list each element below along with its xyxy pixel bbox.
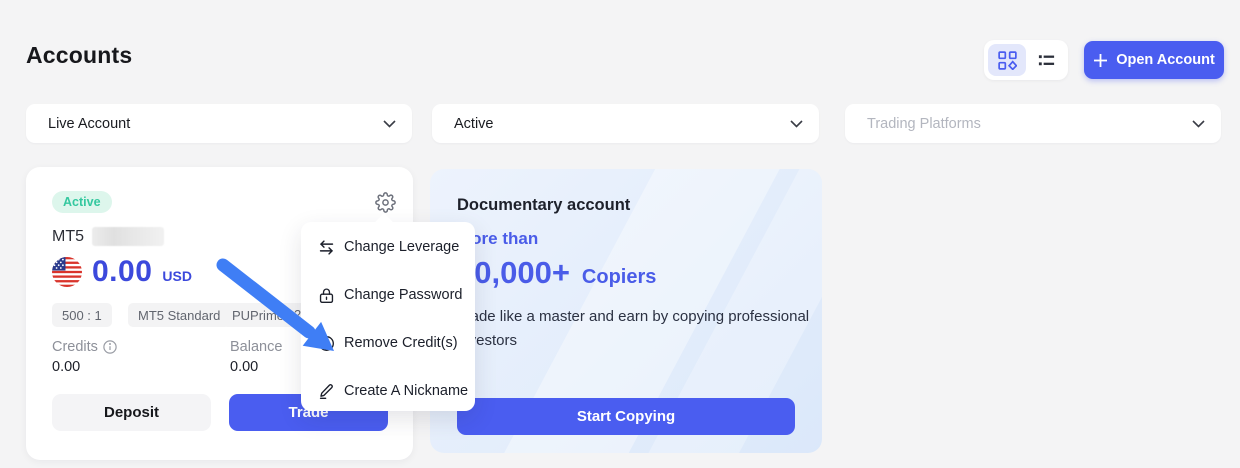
leverage-tag: 500 : 1 bbox=[52, 303, 112, 327]
grid-view-icon bbox=[998, 51, 1017, 70]
lock-icon bbox=[318, 287, 335, 304]
page-title: Accounts bbox=[26, 42, 132, 69]
account-platform-row: MT5 bbox=[52, 227, 164, 246]
list-view-icon bbox=[1037, 51, 1056, 70]
trading-platforms-dropdown[interactable]: Trading Platforms bbox=[845, 104, 1221, 143]
open-account-label: Open Account bbox=[1116, 52, 1215, 68]
info-icon[interactable] bbox=[103, 340, 117, 354]
menu-item-label: Change Leverage bbox=[344, 239, 459, 255]
trading-platforms-placeholder: Trading Platforms bbox=[867, 116, 1192, 132]
copiers-label: Copiers bbox=[582, 266, 656, 289]
promo-description-line1: Trade like a master and earn by copying … bbox=[457, 308, 809, 325]
gear-icon[interactable] bbox=[375, 192, 396, 213]
promo-title: Documentary account bbox=[457, 196, 630, 215]
account-type-tag: MT5 Standard bbox=[128, 303, 230, 327]
open-account-button[interactable]: Open Account bbox=[1084, 41, 1224, 79]
menu-item-change-password[interactable]: Change Password bbox=[318, 282, 463, 308]
account-settings-menu: Change Leverage Change Password Remove C… bbox=[301, 222, 475, 411]
chevron-down-icon bbox=[1192, 120, 1205, 128]
status-value: Active bbox=[454, 116, 790, 132]
menu-item-label: Change Password bbox=[344, 287, 463, 303]
menu-item-label: Create A Nickname bbox=[344, 383, 468, 399]
redacted-account-number bbox=[92, 227, 164, 246]
credits-value: 0.00 bbox=[52, 359, 80, 375]
remove-circle-icon bbox=[318, 335, 335, 352]
start-copying-button[interactable]: Start Copying bbox=[457, 398, 795, 435]
server-tag-prefix: PUPrime- bbox=[232, 308, 288, 323]
account-type-dropdown[interactable]: Live Account bbox=[26, 104, 412, 143]
account-type-value: Live Account bbox=[48, 116, 383, 132]
pencil-icon bbox=[318, 383, 335, 400]
credits-label-row: Credits bbox=[52, 339, 117, 355]
status-badge: Active bbox=[52, 191, 112, 213]
credits-label: Credits bbox=[52, 339, 98, 355]
menu-item-change-leverage[interactable]: Change Leverage bbox=[318, 234, 459, 260]
swap-arrows-icon bbox=[318, 239, 335, 256]
platform-label: MT5 bbox=[52, 228, 84, 246]
accounts-page: Accounts bbox=[0, 0, 1240, 468]
menu-item-create-nickname[interactable]: Create A Nickname bbox=[318, 378, 468, 404]
promo-stat-row: 50,000+ Copiers bbox=[457, 255, 656, 291]
deposit-button[interactable]: Deposit bbox=[52, 394, 211, 431]
view-toggle bbox=[984, 40, 1068, 80]
account-balance-row: 0.00 USD bbox=[52, 255, 192, 289]
status-dropdown[interactable]: Active bbox=[432, 104, 819, 143]
chevron-down-icon bbox=[790, 120, 803, 128]
account-amount: 0.00 bbox=[92, 255, 152, 289]
grid-view-button[interactable] bbox=[988, 44, 1026, 76]
list-view-button[interactable] bbox=[1027, 44, 1065, 76]
menu-item-remove-credits[interactable]: Remove Credit(s) bbox=[318, 330, 458, 356]
balance-value: 0.00 bbox=[230, 359, 258, 375]
copy-trading-promo-card: Documentary account More than 50,000+ Co… bbox=[430, 169, 822, 453]
balance-label: Balance bbox=[230, 339, 282, 355]
account-currency: USD bbox=[162, 268, 192, 284]
plus-icon bbox=[1093, 53, 1108, 68]
us-flag-icon bbox=[52, 257, 82, 287]
chevron-down-icon bbox=[383, 120, 396, 128]
menu-item-label: Remove Credit(s) bbox=[344, 335, 458, 351]
